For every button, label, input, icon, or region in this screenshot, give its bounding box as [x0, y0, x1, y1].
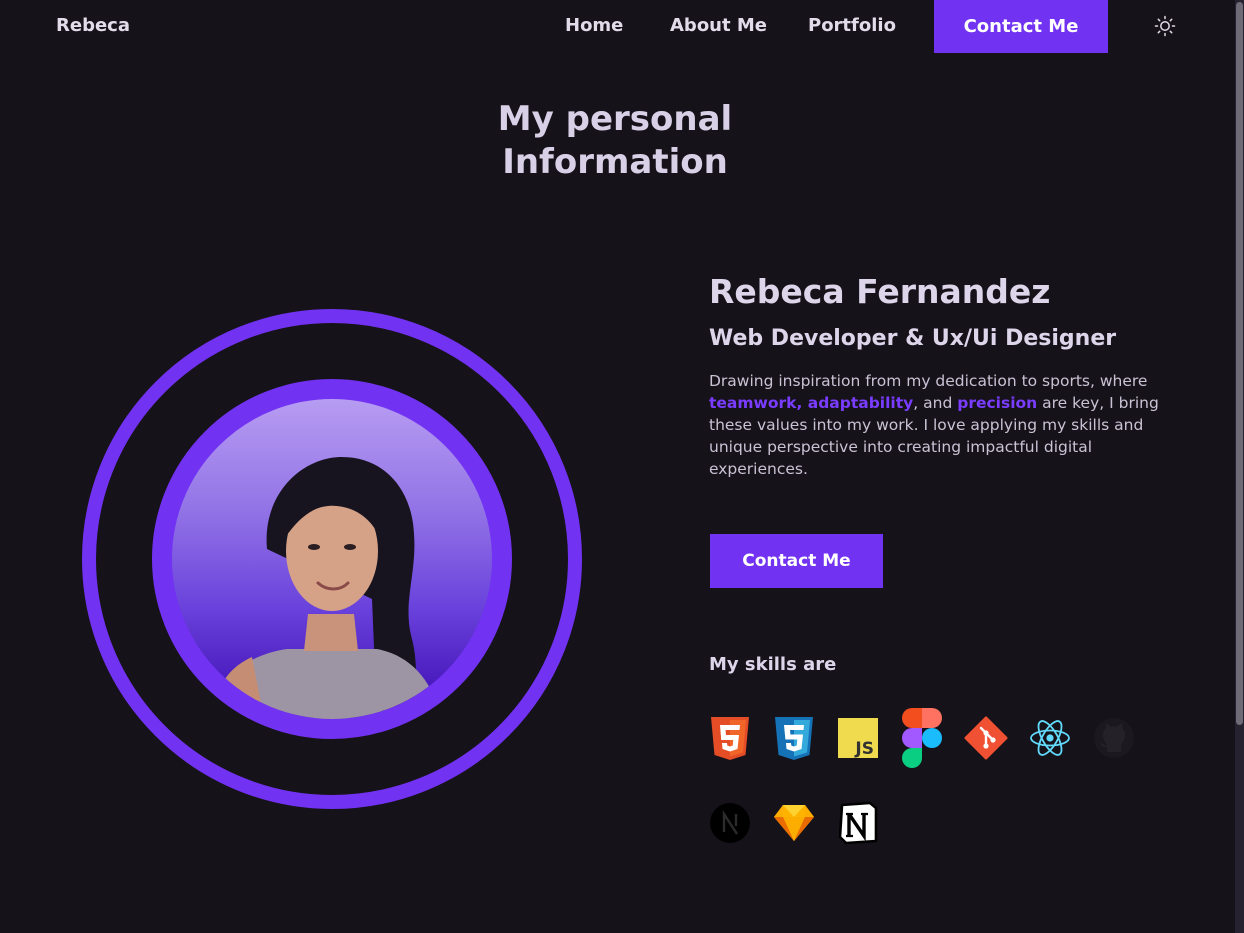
- scrollbar-track[interactable]: [1235, 0, 1244, 933]
- nav-contact-button[interactable]: Contact Me: [934, 0, 1108, 53]
- css3-icon: [772, 716, 816, 760]
- profile-role: Web Developer & Ux/Ui Designer: [709, 326, 1117, 351]
- profile-name: Rebeca Fernandez: [709, 272, 1051, 311]
- page-title-line-2: Information: [502, 142, 728, 182]
- person-photo-illustration: [212, 457, 440, 719]
- figma-icon: [900, 708, 944, 768]
- html5-icon: [708, 716, 752, 760]
- nav-link-about-me[interactable]: About Me: [670, 15, 767, 36]
- profile-portrait: [82, 309, 582, 809]
- bio-highlight-precision: precision: [957, 394, 1038, 412]
- react-icon: [1028, 716, 1072, 760]
- contact-me-button[interactable]: Contact Me: [710, 534, 883, 588]
- site-logo[interactable]: Rebeca: [56, 15, 130, 36]
- scrollbar-thumb[interactable]: [1236, 2, 1243, 725]
- notion-icon: [836, 801, 880, 845]
- profile-bio: Drawing inspiration from my dedication t…: [709, 370, 1159, 480]
- nextjs-icon: [708, 801, 752, 845]
- sketch-icon: [772, 801, 816, 845]
- nav-link-home[interactable]: Home: [565, 15, 623, 36]
- portrait-photo: [152, 379, 512, 739]
- javascript-icon: JS: [836, 716, 880, 760]
- bio-text-1: Drawing inspiration from my dedication t…: [709, 372, 1148, 390]
- svg-text:JS: JS: [854, 739, 874, 759]
- bio-text-2: , and: [913, 394, 958, 412]
- github-icon: [1092, 716, 1136, 760]
- skills-title: My skills are: [709, 654, 837, 675]
- page-title-line-1: My personal: [497, 99, 733, 139]
- nav-link-portfolio[interactable]: Portfolio: [808, 15, 896, 36]
- page-title: My personal Information: [440, 98, 790, 184]
- top-nav: Rebeca Home About Me Portfolio Contact M…: [0, 0, 1235, 53]
- theme-toggle-sun-icon[interactable]: [1154, 15, 1176, 37]
- git-icon: [964, 716, 1008, 760]
- bio-highlight-teamwork-adaptability: teamwork, adaptability: [709, 394, 914, 412]
